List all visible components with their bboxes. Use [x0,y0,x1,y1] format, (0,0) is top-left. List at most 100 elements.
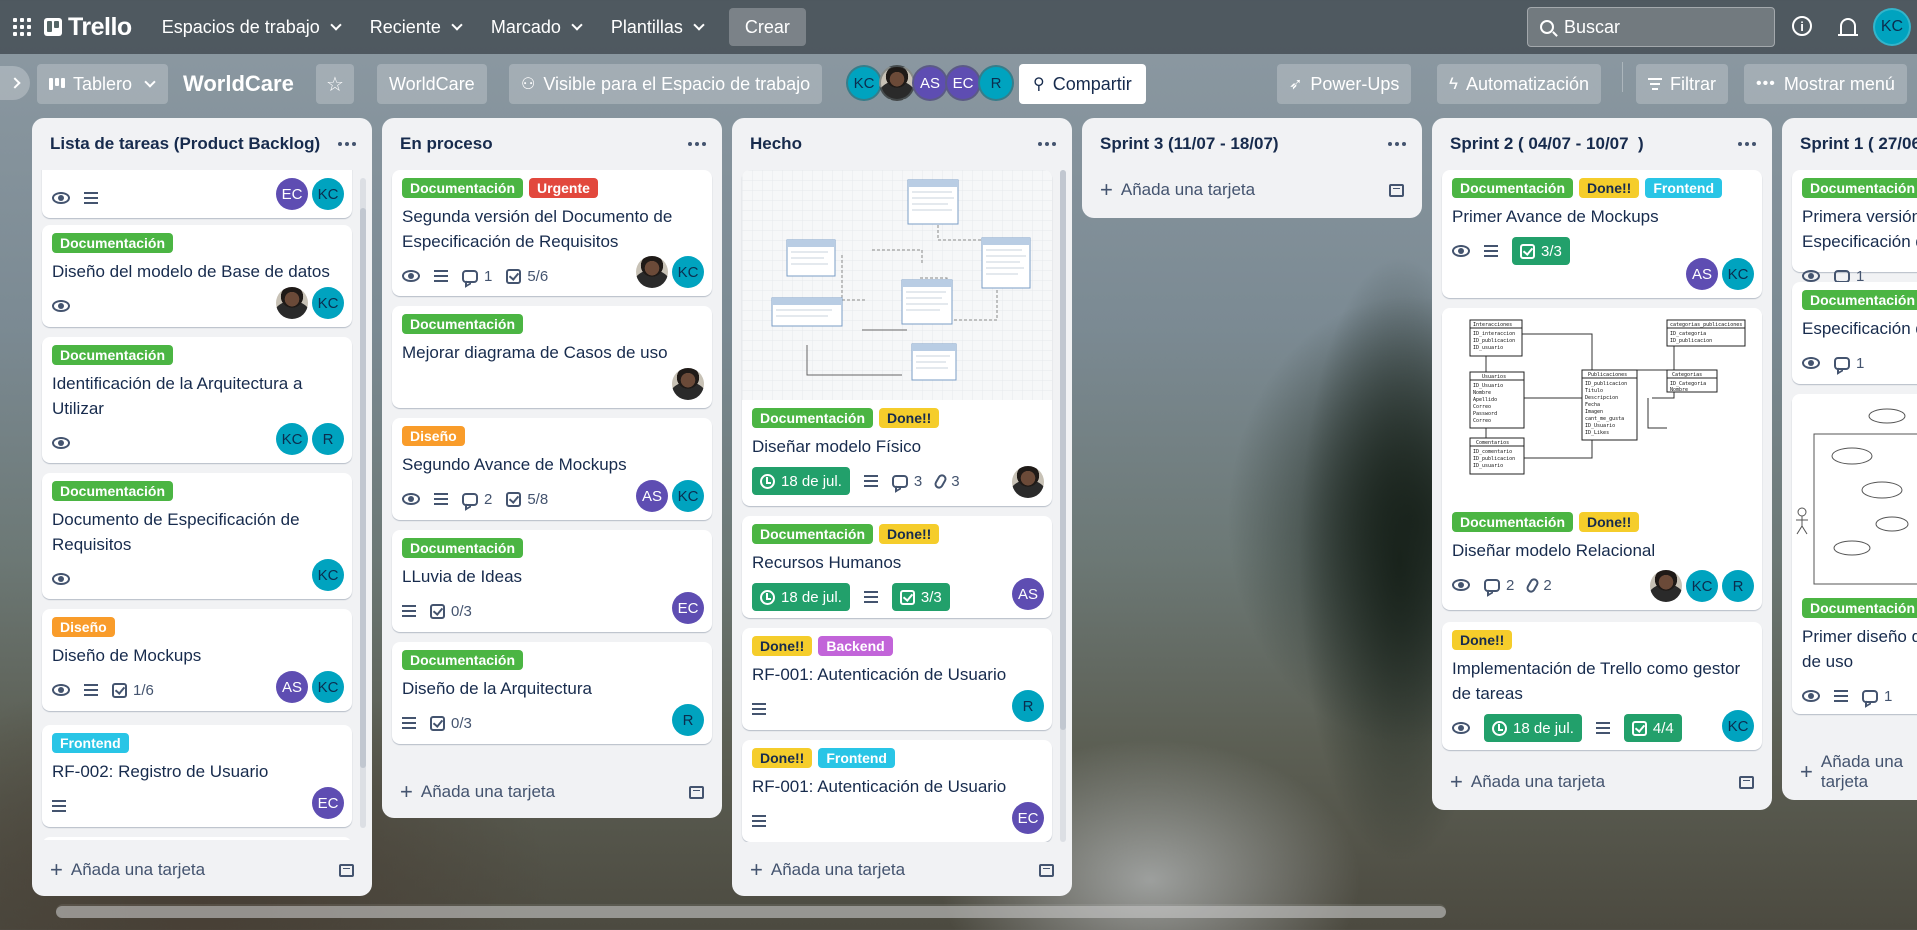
card[interactable]: Documentación Done!! Recursos Humanos 18… [742,516,1052,618]
app-switcher-icon[interactable] [0,0,44,54]
card[interactable]: Documentación Primer diseño d de uso 1 [1792,394,1917,714]
member-avatar-kc[interactable]: KC [312,559,344,591]
list-title[interactable]: Hecho [750,134,802,154]
templates-menu[interactable]: Plantillas [599,9,717,45]
list-scrollbar[interactable] [1060,170,1066,730]
card[interactable]: Documentación Mejorar diagrama de Casos … [392,306,712,408]
label-documentacion[interactable]: Documentación [1452,512,1574,532]
list-title[interactable]: Sprint 2 ( 04/07 - 10/07 ) [1450,134,1644,154]
card[interactable]: Documentación Done!! Diseñar modelo Físi… [742,170,1052,506]
member-avatar-kc[interactable]: KC [1686,570,1718,602]
trello-logo[interactable]: Trello [44,0,132,54]
member-avatar-r[interactable]: R [672,704,704,736]
label-done[interactable]: Done!! [879,524,940,544]
label-documentacion[interactable]: Documentación [52,345,174,365]
label-documentacion[interactable]: Documentación [1452,178,1574,198]
list-menu-icon[interactable] [688,142,706,146]
list-scrollbar[interactable] [360,208,366,768]
account-avatar[interactable]: KC [1873,8,1911,46]
powerups-button[interactable]: ➶ Power-Ups [1277,64,1412,104]
label-diseno[interactable]: Diseño [52,617,115,637]
card[interactable]: Documentación Identificación de la Arqui… [42,337,352,463]
list-menu-icon[interactable] [1738,142,1756,146]
label-done[interactable]: Done!! [1579,512,1640,532]
card[interactable]: Documentación Primera versión Especifica… [1792,170,1917,285]
label-documentacion[interactable]: Documentación [1802,290,1917,310]
label-documentacion[interactable]: Documentación [1802,178,1917,198]
member-avatar-ec[interactable]: EC [945,65,981,101]
member-avatar-kc[interactable]: KC [672,256,704,288]
member-avatar-kc[interactable]: KC [312,178,344,210]
label-done[interactable]: Done!! [879,408,940,428]
list-menu-icon[interactable] [338,142,356,146]
member-avatar-ec[interactable]: EC [312,787,344,819]
card[interactable]: Done!! Frontend RF-001: Autenticación de… [742,740,1052,842]
due-date-badge[interactable]: 18 de jul. [1484,714,1582,742]
member-avatar-kc[interactable]: KC [846,65,882,101]
member-avatar-photo[interactable] [276,287,308,319]
due-date-badge[interactable]: 18 de jul. [752,467,850,495]
member-avatar-photo[interactable] [1012,466,1044,498]
add-card-button[interactable]: + Añada una tarjeta [40,852,364,888]
add-card-button[interactable]: + Añada una tarjeta [1090,172,1414,208]
card[interactable]: Frontend RF-002: Registro de Usuario EC [42,725,352,827]
label-documentacion[interactable]: Documentación [402,314,524,334]
template-icon[interactable] [689,785,704,799]
starred-menu[interactable]: Marcado [479,9,595,45]
add-card-button[interactable]: + Añada una tarjeta [1790,752,1917,791]
template-icon[interactable] [339,863,354,877]
member-avatar-as[interactable]: AS [1686,258,1718,290]
label-done[interactable]: Done!! [1452,630,1513,650]
member-avatar-kc[interactable]: KC [276,423,308,455]
card[interactable]: Done!! Backend RF-001: Autenticación de … [742,628,1052,730]
add-card-button[interactable]: + Añada una tarjeta [740,852,1064,888]
card[interactable]: Documentación Diseño del modelo de Base … [42,225,352,327]
member-avatar-photo[interactable] [1650,570,1682,602]
member-avatar-kc[interactable]: KC [1722,710,1754,742]
show-menu-button[interactable]: ••• Mostrar menú [1744,64,1907,104]
card[interactable]: Diseño Segundo Avance de Mockups 2 5/8 A… [392,418,712,520]
list-title[interactable]: Lista de tareas (Product Backlog) [50,134,320,154]
board-members[interactable]: KC AS EC R [846,65,1014,103]
card[interactable]: Diseño Diseño de Mockups 1/6 AS KC [42,609,352,711]
label-done[interactable]: Done!! [752,636,813,656]
member-avatar-as[interactable]: AS [636,480,668,512]
member-avatar-r[interactable]: R [1722,570,1754,602]
label-done[interactable]: Done!! [1579,178,1640,198]
due-date-badge[interactable]: 18 de jul. [752,583,850,611]
card[interactable]: Done!! Implementación de Trello como ges… [1442,622,1762,750]
create-button[interactable]: Crear [728,8,806,46]
label-backend[interactable]: Backend [818,636,893,656]
label-documentacion[interactable]: Documentación [402,178,524,198]
add-card-button[interactable]: + Añada una tarjeta [1440,764,1764,800]
template-icon[interactable] [1739,775,1754,789]
template-icon[interactable] [1389,183,1404,197]
card[interactable]: EC KC [42,170,352,218]
card[interactable]: Documentación Documento de Especificació… [42,473,352,599]
label-documentacion[interactable]: Documentación [402,650,524,670]
card[interactable]: Documentación LLuvia de Ideas 0/3 EC [392,530,712,632]
member-avatar-photo[interactable] [672,368,704,400]
list-title[interactable]: Sprint 1 ( 27/06 [1800,134,1917,154]
label-urgente[interactable]: Urgente [529,178,598,198]
sidebar-toggle-button[interactable] [0,66,30,100]
list-title[interactable]: En proceso [400,134,493,154]
add-card-button[interactable]: + Añada una tarjeta [390,774,714,810]
label-documentacion[interactable]: Documentación [52,481,174,501]
label-documentacion[interactable]: Documentación [752,524,874,544]
card[interactable]: Documentación Especificación d 1 [1792,282,1917,384]
label-frontend[interactable]: Frontend [818,748,895,768]
member-avatar-ec[interactable]: EC [276,178,308,210]
member-avatar-r[interactable]: R [312,423,344,455]
member-avatar-ec[interactable]: EC [1012,802,1044,834]
member-avatar-ec[interactable]: EC [672,592,704,624]
list-title[interactable]: Sprint 3 (11/07 - 18/07) [1100,134,1279,154]
card[interactable]: Documentación Done!! Frontend Primer Ava… [1442,170,1762,298]
workspace-button[interactable]: WorldCare [377,64,487,104]
member-avatar-r[interactable]: R [1012,690,1044,722]
card[interactable]: Documentación Diseño de la Arquitectura … [392,642,712,744]
member-avatar-photo[interactable] [636,256,668,288]
share-button[interactable]: ⚲ Compartir [1019,64,1146,104]
info-button[interactable]: i [1789,13,1815,39]
template-icon[interactable] [1039,863,1054,877]
